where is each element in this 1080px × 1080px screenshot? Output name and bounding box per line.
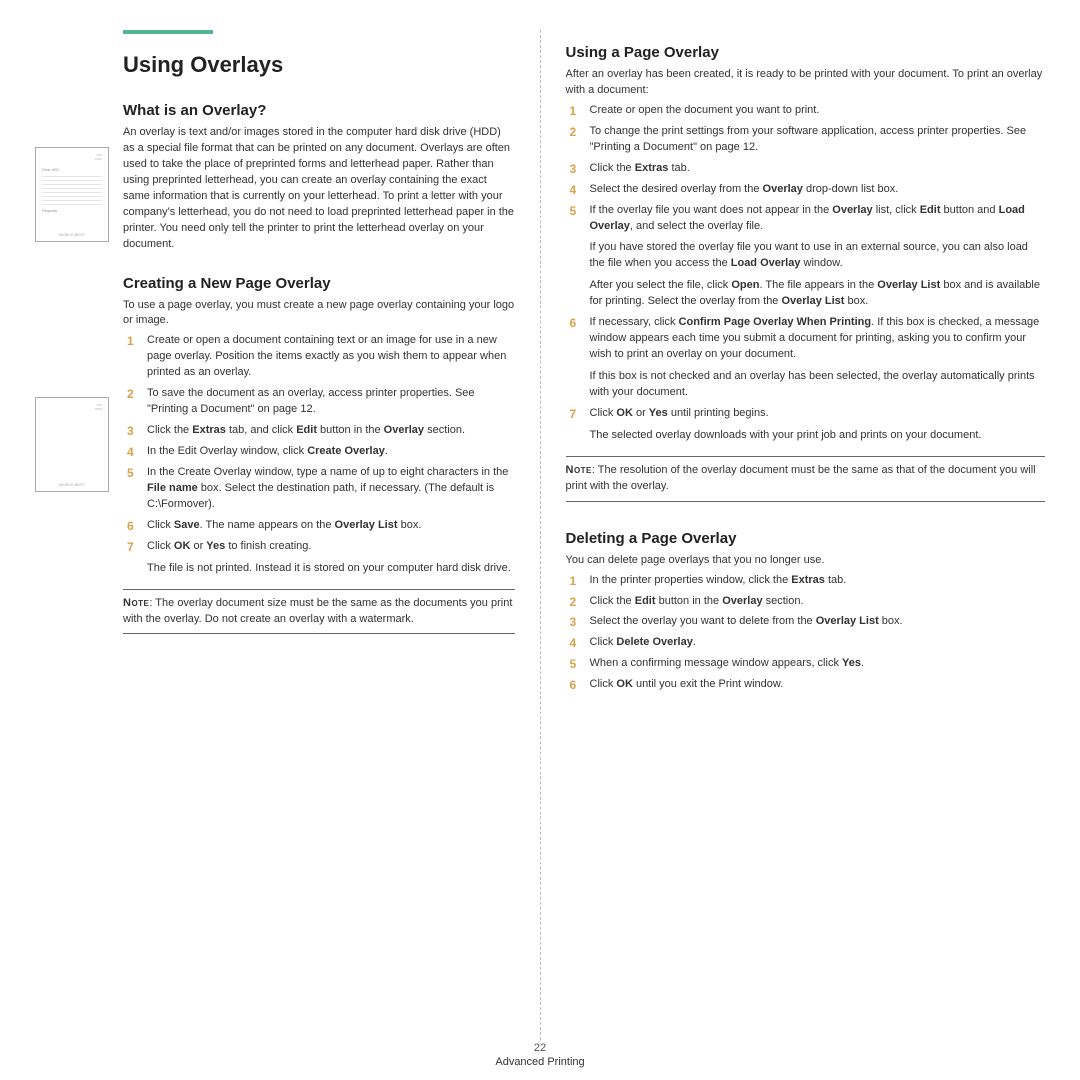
step-item: If necessary, click Confirm Page Overlay…	[566, 315, 1046, 401]
step-item: Create or open the document you want to …	[566, 103, 1046, 119]
deleting-overlay-intro: You can delete page overlays that you no…	[566, 553, 1046, 569]
step-item: Click OK or Yes until printing begins. T…	[566, 406, 1046, 444]
accent-bar	[123, 30, 213, 34]
heading-what-is-overlay: What is an Overlay?	[123, 102, 515, 119]
step-item: Select the overlay you want to delete fr…	[566, 614, 1046, 630]
step-item: In the Create Overlay window, type a nam…	[123, 465, 515, 513]
footer-section: Advanced Printing	[495, 1056, 584, 1068]
step-item: Click OK or Yes to finish creating. The …	[123, 539, 515, 577]
step-item: When a confirming message window appears…	[566, 656, 1046, 672]
step-item: Click Delete Overlay.	[566, 635, 1046, 651]
heading-creating-overlay: Creating a New Page Overlay	[123, 275, 515, 292]
step-item: Click OK until you exit the Print window…	[566, 677, 1046, 693]
deleting-overlay-steps: In the printer properties window, click …	[566, 573, 1046, 694]
page-number: 22	[0, 1042, 1080, 1054]
note-creating-overlay: Note: The overlay document size must be …	[123, 589, 515, 635]
note-using-overlay: Note: The resolution of the overlay docu…	[566, 456, 1046, 502]
step-item: Click the Edit button in the Overlay sec…	[566, 594, 1046, 610]
step-item: In the Edit Overlay window, click Create…	[123, 444, 515, 460]
step-item: Click Save. The name appears on the Over…	[123, 518, 515, 534]
step-item: To save the document as an overlay, acce…	[123, 386, 515, 418]
step-item: Click the Extras tab.	[566, 161, 1046, 177]
overlay-thumb-letter: ━━━━━━━ Dear ABC Regards WORLD BEST	[35, 147, 109, 242]
creating-overlay-steps: Create or open a document containing tex…	[123, 333, 515, 576]
step-item: Click the Extras tab, and click Edit but…	[123, 423, 515, 439]
page-title: Using Overlays	[123, 52, 515, 78]
creating-overlay-intro: To use a page overlay, you must create a…	[123, 298, 515, 330]
step-item: If the overlay file you want does not ap…	[566, 203, 1046, 311]
step-item: To change the print settings from your s…	[566, 124, 1046, 156]
step-item: Create or open a document containing tex…	[123, 333, 515, 381]
step-item: In the printer properties window, click …	[566, 573, 1046, 589]
heading-using-overlay: Using a Page Overlay	[566, 44, 1046, 61]
using-overlay-steps: Create or open the document you want to …	[566, 103, 1046, 444]
column-divider	[540, 30, 541, 1040]
using-overlay-intro: After an overlay has been created, it is…	[566, 67, 1046, 99]
page-footer: 22 Advanced Printing	[0, 1042, 1080, 1068]
heading-deleting-overlay: Deleting a Page Overlay	[566, 530, 1046, 547]
overlay-thumb-blank: ━━━━━━━ WORLD BEST	[35, 397, 109, 492]
step-item: Select the desired overlay from the Over…	[566, 182, 1046, 198]
what-is-overlay-text: An overlay is text and/or images stored …	[123, 125, 515, 253]
